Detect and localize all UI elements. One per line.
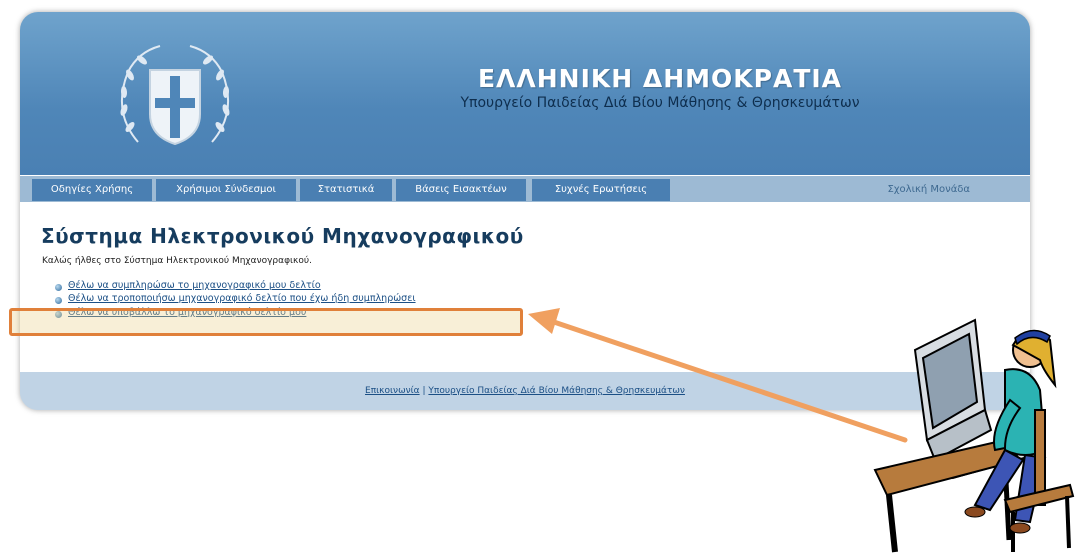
person-at-computer-icon [873, 318, 1075, 553]
screenshot-stage: ΕΛΛΗΝΙΚΗ ΔΗΜΟΚΡΑΤΙΑ Υπουργείο Παιδείας Δ… [0, 0, 1078, 560]
